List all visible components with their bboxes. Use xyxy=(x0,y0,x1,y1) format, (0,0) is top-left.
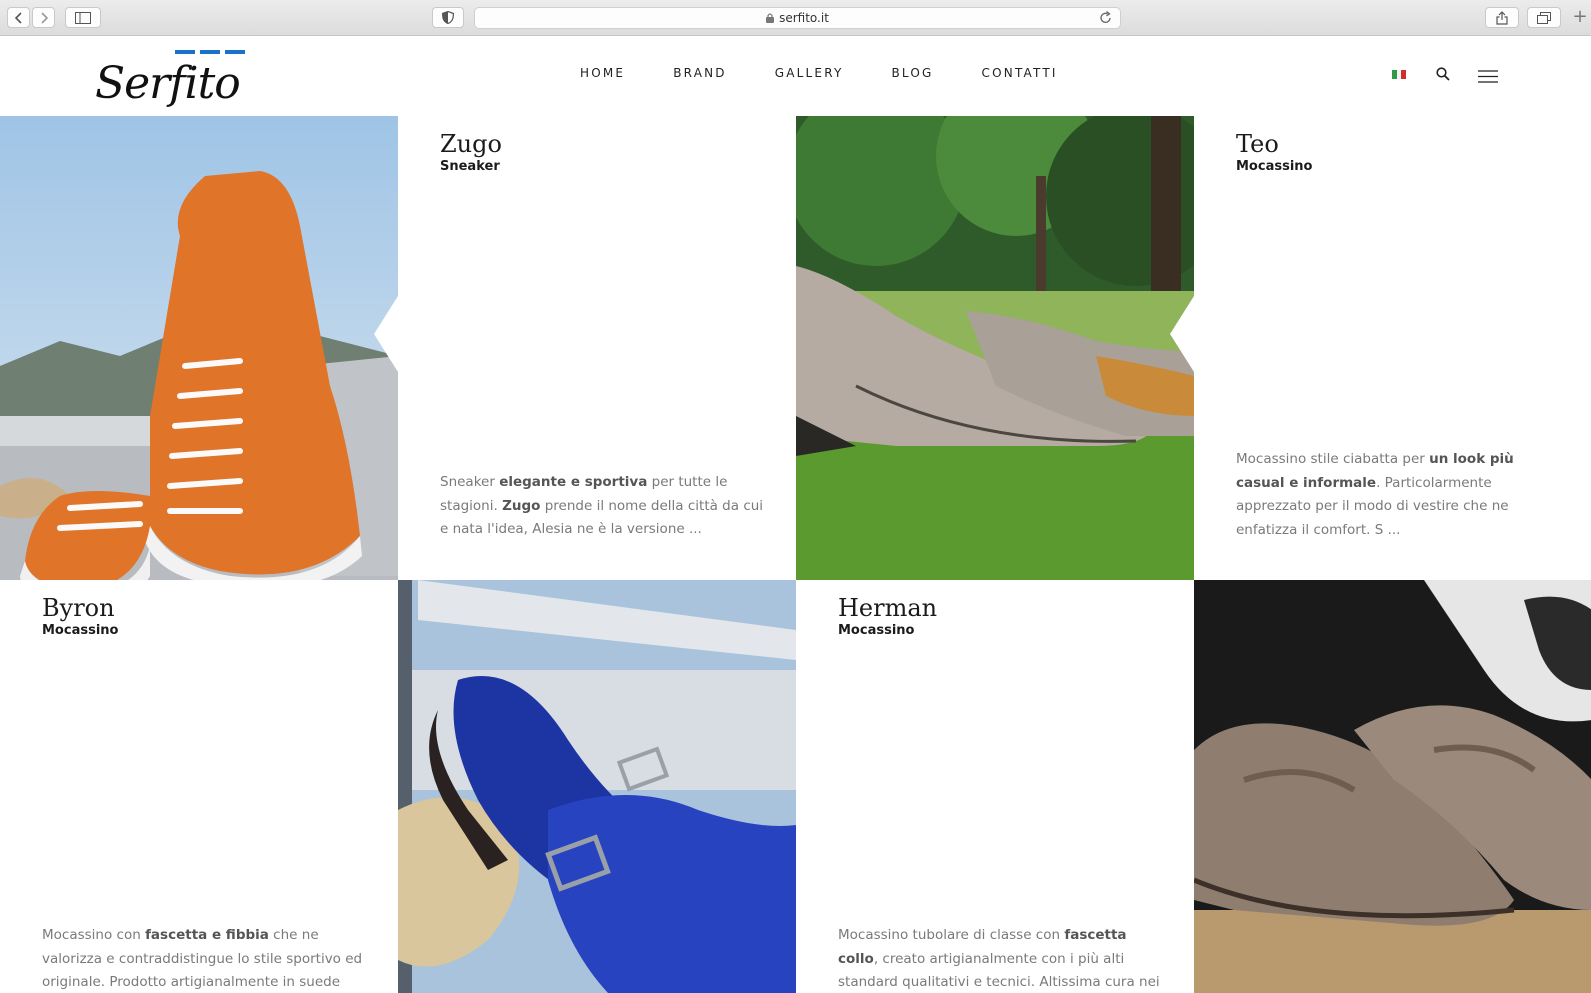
product-title[interactable]: Byron xyxy=(42,594,115,622)
address-text: serfito.it xyxy=(779,11,829,25)
product-photo-zugo[interactable] xyxy=(0,116,398,580)
description-run: Zugo xyxy=(502,497,541,514)
product-category: Mocassino xyxy=(42,623,119,638)
description-run: Sneaker xyxy=(440,474,500,490)
site-header: Serfito HOME BRAND GALLERY BLOG CONTATTI xyxy=(0,36,1591,116)
reload-icon[interactable] xyxy=(1099,11,1112,25)
brown-loafer-photo xyxy=(1194,580,1591,993)
browser-toolbar: serfito.it + xyxy=(0,0,1591,36)
sidebar-icon xyxy=(75,11,91,24)
menu-button[interactable] xyxy=(1478,68,1498,87)
product-photo-teo[interactable] xyxy=(796,116,1194,580)
product-description: Mocassino con fascetta e fibbia che ne v… xyxy=(42,924,367,993)
product-category: Sneaker xyxy=(440,159,500,174)
shield-icon xyxy=(442,11,454,24)
new-tab-button[interactable]: + xyxy=(1569,6,1591,30)
sidebar-toggle-button[interactable] xyxy=(65,7,101,28)
hamburger-icon xyxy=(1478,70,1498,83)
italian-flag-icon[interactable] xyxy=(1392,70,1407,79)
product-card-byron[interactable]: Byron Mocassino Mocassino con fascetta e… xyxy=(0,580,398,993)
lock-icon xyxy=(766,13,775,23)
description-run: elegante e sportiva xyxy=(499,474,648,490)
main-nav: HOME BRAND GALLERY BLOG CONTATTI xyxy=(580,66,1106,80)
share-button[interactable] xyxy=(1485,7,1519,28)
description-run: fascetta e fibbia xyxy=(145,927,269,943)
nav-blog[interactable]: BLOG xyxy=(892,66,934,80)
product-grid: Zugo Sneaker Sneaker elegante e sportiva… xyxy=(0,116,1591,993)
cell-notch xyxy=(1170,296,1194,372)
tabs-icon xyxy=(1537,11,1551,24)
chevron-left-icon xyxy=(14,11,22,24)
logo-dashes xyxy=(175,50,245,54)
description-run: Mocassino stile ciabatta per xyxy=(1236,451,1430,467)
privacy-report-button[interactable] xyxy=(432,7,464,28)
chevron-right-icon xyxy=(40,11,48,24)
loafer-photo-grass xyxy=(796,116,1194,580)
share-icon xyxy=(1496,10,1508,25)
product-card-teo[interactable]: Teo Mocassino Mocassino stile ciabatta p… xyxy=(1194,116,1591,580)
search-button[interactable] xyxy=(1436,66,1450,85)
product-category: Mocassino xyxy=(838,623,915,638)
product-description: Mocassino tubolare di classe con fascett… xyxy=(838,924,1163,993)
nav-brand[interactable]: BRAND xyxy=(673,66,727,80)
description-run: Mocassino tubolare di classe con xyxy=(838,927,1065,943)
site-logo[interactable]: Serfito xyxy=(95,42,265,110)
back-button[interactable] xyxy=(7,7,30,28)
product-photo-byron[interactable] xyxy=(398,580,796,993)
plus-icon: + xyxy=(1572,6,1588,27)
sneaker-photo xyxy=(0,116,398,580)
product-card-zugo[interactable]: Zugo Sneaker Sneaker elegante e sportiva… xyxy=(398,116,796,580)
product-title[interactable]: Teo xyxy=(1236,130,1279,158)
product-description: Sneaker elegante e sportiva per tutte le… xyxy=(440,471,765,542)
product-title[interactable]: Zugo xyxy=(440,130,502,158)
nav-contatti[interactable]: CONTATTI xyxy=(982,66,1058,80)
product-card-herman[interactable]: Herman Mocassino Mocassino tubolare di c… xyxy=(796,580,1194,993)
nav-gallery[interactable]: GALLERY xyxy=(775,66,844,80)
description-run: , creato artigianalmente con i più alti … xyxy=(838,950,1160,991)
blue-loafer-photo xyxy=(398,580,796,993)
product-photo-herman[interactable] xyxy=(1194,580,1591,993)
search-icon xyxy=(1436,67,1450,81)
description-run: Mocassino con xyxy=(42,927,146,943)
forward-button[interactable] xyxy=(32,7,55,28)
cell-notch xyxy=(374,296,398,372)
logo-text: Serfito xyxy=(95,58,241,109)
address-bar[interactable]: serfito.it xyxy=(474,7,1121,29)
product-title[interactable]: Herman xyxy=(838,594,937,622)
tabs-overview-button[interactable] xyxy=(1527,7,1561,28)
product-description: Mocassino stile ciabatta per un look più… xyxy=(1236,448,1561,542)
product-category: Mocassino xyxy=(1236,159,1313,174)
nav-home[interactable]: HOME xyxy=(580,66,625,80)
